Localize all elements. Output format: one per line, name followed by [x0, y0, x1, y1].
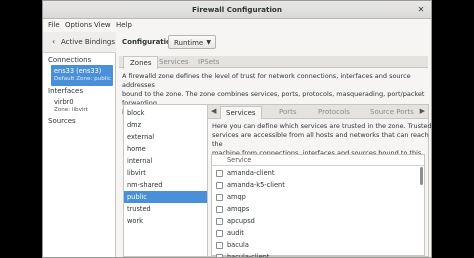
zone-item-public[interactable]: public: [124, 191, 207, 203]
menu-file[interactable]: File: [48, 21, 60, 29]
service-row[interactable]: amqps: [212, 204, 424, 216]
active-bindings-toggle[interactable]: ‹ Active Bindings: [43, 32, 116, 53]
zone-tab-services[interactable]: Services: [220, 106, 262, 119]
chevron-down-icon: ▼: [206, 39, 211, 46]
zone-tab-bar: ◀ Services Ports Protocols Source Ports …: [208, 105, 428, 119]
active-bindings-label: Active Bindings: [61, 38, 115, 46]
service-row[interactable]: bacula: [212, 240, 424, 252]
sources-header: Sources: [48, 117, 76, 125]
service-name: amqps: [227, 205, 250, 213]
configuration-select[interactable]: Runtime ▼: [168, 35, 216, 49]
menu-view[interactable]: View: [94, 21, 111, 29]
service-row[interactable]: bacula-client: [212, 252, 424, 258]
firewall-window: Firewall Configuration ✕ File Options Vi…: [42, 0, 432, 258]
service-name: amanda-k5-client: [227, 181, 285, 189]
service-checkbox[interactable]: [216, 254, 223, 257]
close-icon[interactable]: ✕: [415, 4, 427, 16]
zone-item-home[interactable]: home: [124, 143, 207, 155]
chevron-left-icon: ‹: [52, 37, 56, 46]
zone-tab-source-ports[interactable]: Source Ports: [365, 106, 419, 119]
services-table: Service amanda-client amanda-k5-client a…: [211, 154, 425, 258]
interface-name[interactable]: virbr0: [54, 98, 74, 106]
service-name: bacula-client: [227, 253, 270, 258]
zone-item-external[interactable]: external: [124, 131, 207, 143]
zone-settings-panel: ◀ Services Ports Protocols Source Ports …: [207, 104, 431, 258]
service-checkbox[interactable]: [216, 182, 223, 189]
services-table-header[interactable]: Service: [212, 155, 424, 166]
interface-zone: Zone: libvirt: [54, 107, 88, 113]
window-title: Firewall Configuration: [192, 5, 282, 14]
menu-help[interactable]: Help: [116, 21, 132, 29]
service-name: apcupsd: [227, 217, 255, 225]
zone-item-work[interactable]: work: [124, 215, 207, 227]
title-bar[interactable]: Firewall Configuration ✕: [43, 1, 431, 19]
interfaces-header: Interfaces: [48, 87, 83, 95]
service-checkbox[interactable]: [216, 194, 223, 201]
menu-options[interactable]: Options: [65, 21, 92, 29]
configuration-row: Configuration: Runtime ▼: [116, 32, 431, 53]
bindings-panel: Connections ens33 (ens33) Default Zone: …: [43, 53, 116, 257]
zone-item-block[interactable]: block: [124, 107, 207, 119]
connection-zone: Default Zone: public: [54, 76, 111, 82]
zone-item-dmz[interactable]: dmz: [124, 119, 207, 131]
service-row[interactable]: audit: [212, 228, 424, 240]
service-name: amqp: [227, 193, 246, 201]
connections-header: Connections: [48, 56, 92, 64]
zone-tab-ports[interactable]: Ports: [274, 106, 302, 119]
service-checkbox[interactable]: [216, 242, 223, 249]
service-checkbox[interactable]: [216, 206, 223, 213]
zone-list: block dmz external home internal libvirt…: [123, 104, 208, 257]
tab-scroll-right-icon[interactable]: ▶: [420, 107, 425, 115]
menu-bar: File Options View Help: [43, 19, 431, 32]
service-column-header: Service: [227, 156, 252, 164]
connection-item[interactable]: ens33 (ens33) Default Zone: public: [51, 65, 113, 86]
tab-services[interactable]: Services: [153, 56, 195, 68]
configuration-value: Runtime: [174, 39, 204, 47]
service-row[interactable]: amanda-k5-client: [212, 180, 424, 192]
service-name: audit: [227, 229, 244, 237]
service-checkbox[interactable]: [216, 218, 223, 225]
service-name: amanda-client: [227, 169, 275, 177]
service-checkbox[interactable]: [216, 230, 223, 237]
service-row[interactable]: amanda-client: [212, 168, 424, 180]
zone-item-internal[interactable]: internal: [124, 155, 207, 167]
service-row[interactable]: amqp: [212, 192, 424, 204]
services-scrollbar[interactable]: [420, 167, 423, 185]
zone-item-libvirt[interactable]: libvirt: [124, 167, 207, 179]
tab-ipsets[interactable]: IPSets: [192, 56, 225, 68]
connection-name: ens33 (ens33): [54, 67, 102, 75]
service-name: bacula: [227, 241, 249, 249]
tab-scroll-left-icon[interactable]: ◀: [211, 107, 216, 115]
zone-tab-protocols[interactable]: Protocols: [313, 106, 355, 119]
zone-item-trusted[interactable]: trusted: [124, 203, 207, 215]
main-tab-bar: Zones Services IPSets: [119, 56, 428, 69]
zone-item-nm-shared[interactable]: nm-shared: [124, 179, 207, 191]
service-checkbox[interactable]: [216, 170, 223, 177]
service-row[interactable]: apcupsd: [212, 216, 424, 228]
